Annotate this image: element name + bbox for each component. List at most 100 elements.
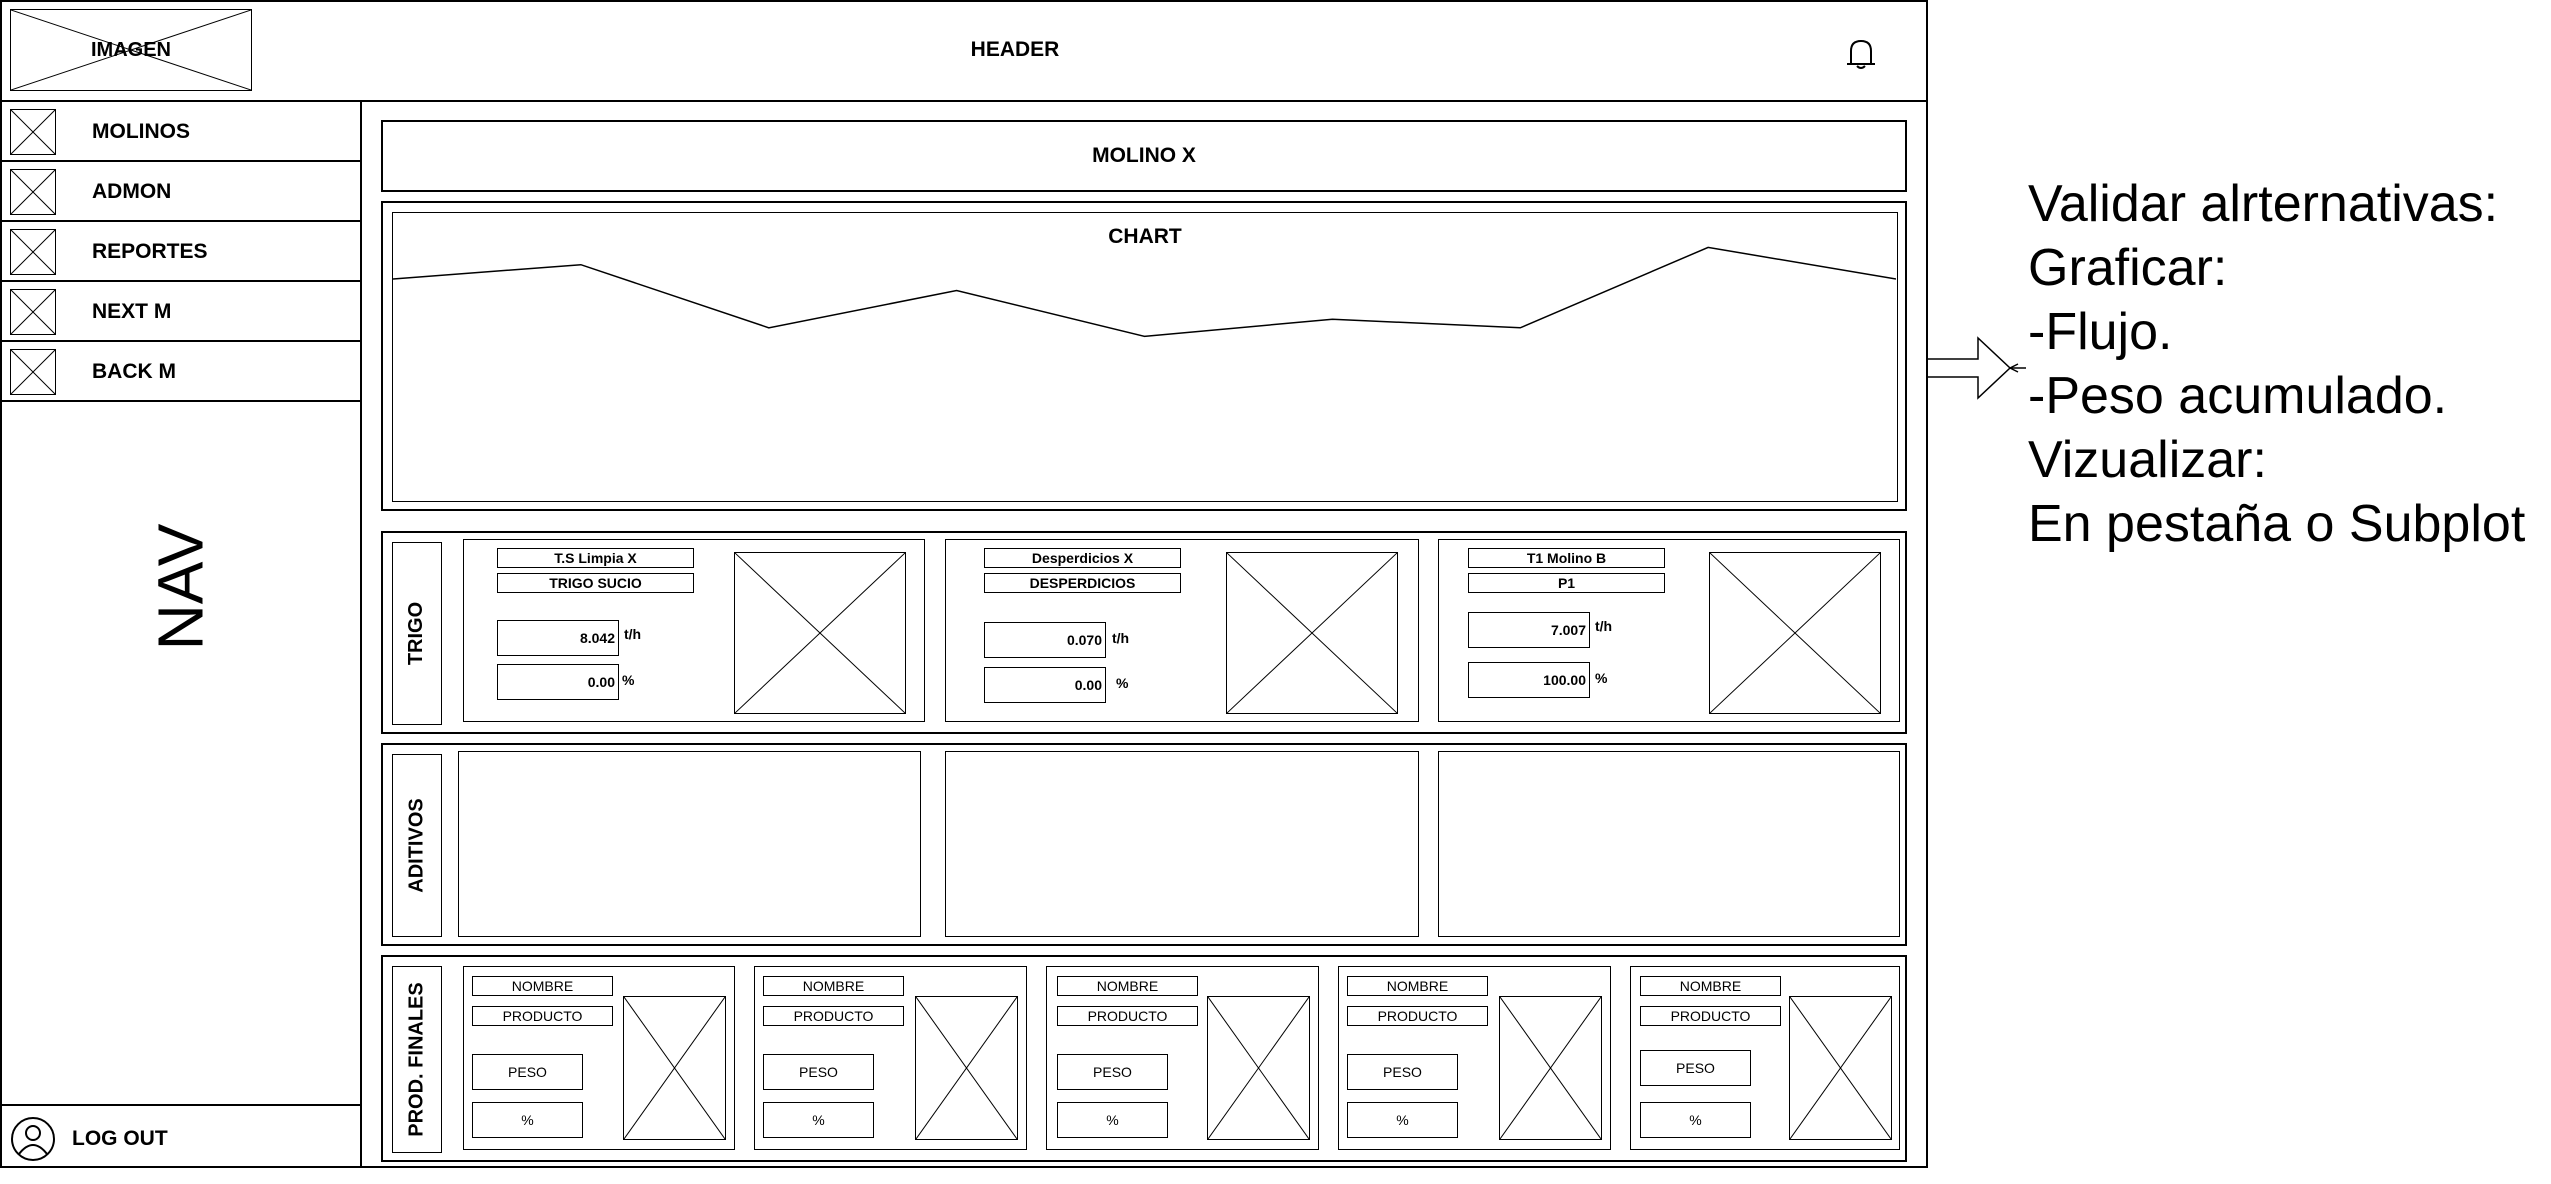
product-weight: PESO xyxy=(1640,1050,1751,1086)
note-line: Validar alrternativas: xyxy=(2028,175,2499,233)
product-type: PRODUCTO xyxy=(1347,1006,1488,1026)
card-name: T1 Molino B xyxy=(1468,548,1665,568)
product-weight: PESO xyxy=(1057,1054,1168,1090)
product-type: PRODUCTO xyxy=(763,1006,904,1026)
product-card[interactable]: NOMBRE PRODUCTO PESO % xyxy=(1338,966,1611,1150)
trigo-card[interactable]: Desperdicios X DESPERDICIOS 0.070 t/h 0.… xyxy=(945,539,1419,722)
nav-watermark: NAV xyxy=(144,523,216,651)
note-line: -Flujo. xyxy=(2028,303,2173,361)
image-placeholder xyxy=(1709,552,1881,714)
sidebar-item-admon[interactable]: ADMON xyxy=(0,162,360,222)
aditivo-card[interactable] xyxy=(945,751,1419,937)
product-percent: % xyxy=(763,1102,874,1138)
product-percent: % xyxy=(1640,1102,1751,1138)
trigo-card[interactable]: T1 Molino B P1 7.007 t/h 100.00 % xyxy=(1438,539,1900,722)
sidebar-item-back-m[interactable]: BACK M xyxy=(0,342,360,402)
line-chart xyxy=(393,246,1896,338)
image-placeholder-icon xyxy=(735,553,905,713)
product-name: NOMBRE xyxy=(1347,976,1488,996)
card-name: T.S Limpia X xyxy=(497,548,694,568)
note-line: Graficar: xyxy=(2028,239,2228,297)
note-line: -Peso acumulado. xyxy=(2028,367,2448,425)
product-percent: % xyxy=(472,1102,583,1138)
card-product: DESPERDICIOS xyxy=(984,573,1181,593)
product-name: NOMBRE xyxy=(472,976,613,996)
sidebar-item-reportes[interactable]: REPORTES xyxy=(0,222,360,282)
image-placeholder-icon xyxy=(10,349,56,395)
note-line: Vizualizar: xyxy=(2028,431,2267,489)
product-percent: % xyxy=(1057,1102,1168,1138)
card-product: P1 xyxy=(1468,573,1665,593)
logout-button[interactable]: LOG OUT xyxy=(0,1104,360,1168)
logo-label: IMAGEN xyxy=(91,38,171,61)
trigo-section: TRIGO T.S Limpia X TRIGO SUCIO 8.042 t/h… xyxy=(381,531,1907,734)
product-type: PRODUCTO xyxy=(472,1006,613,1026)
note-line: En pestaña o Subplot xyxy=(2028,495,2526,553)
aditivo-card[interactable] xyxy=(1438,751,1900,937)
logout-label: LOG OUT xyxy=(72,1127,168,1150)
page-title: MOLINO X xyxy=(1092,144,1196,167)
flow-value: 7.007 xyxy=(1468,612,1590,648)
product-weight: PESO xyxy=(472,1054,583,1090)
image-placeholder-icon xyxy=(1710,553,1880,713)
product-weight: PESO xyxy=(1347,1054,1458,1090)
image-placeholder-icon xyxy=(624,997,725,1139)
design-note: Validar alrternativas: Graficar: -Flujo.… xyxy=(2028,172,2525,556)
aditivos-label: ADITIVOS xyxy=(405,798,428,893)
percent-value: 0.00 xyxy=(497,664,619,700)
product-card[interactable]: NOMBRE PRODUCTO PESO % xyxy=(1630,966,1900,1150)
aditivos-label-box: ADITIVOS xyxy=(392,754,442,937)
prod-finales-label-box: PROD. FINALES xyxy=(392,966,442,1153)
sidebar-item-molinos[interactable]: MOLINOS xyxy=(0,102,360,162)
bell-icon xyxy=(1847,39,1875,69)
flow-unit: t/h xyxy=(624,626,642,642)
flow-unit: t/h xyxy=(1595,618,1613,634)
product-type: PRODUCTO xyxy=(1640,1006,1781,1026)
header: IMAGEN HEADER xyxy=(0,0,1928,102)
user-icon xyxy=(11,1117,55,1161)
image-placeholder xyxy=(915,996,1018,1140)
flow-unit: t/h xyxy=(1112,630,1130,646)
prod-finales-label: PROD. FINALES xyxy=(405,982,428,1137)
header-title: HEADER xyxy=(970,38,1060,61)
image-placeholder-icon xyxy=(1208,997,1309,1139)
sidebar-item-label: REPORTES xyxy=(92,240,208,263)
image-placeholder xyxy=(734,552,906,714)
trigo-label-box: TRIGO xyxy=(392,542,442,725)
chart-series-line xyxy=(393,246,1896,338)
product-percent: % xyxy=(1347,1102,1458,1138)
flow-value: 0.070 xyxy=(984,622,1106,658)
product-type: PRODUCTO xyxy=(1057,1006,1198,1026)
image-placeholder xyxy=(1789,996,1892,1140)
chart-area[interactable]: CHART xyxy=(392,212,1898,502)
notification-button[interactable] xyxy=(1843,36,1879,72)
sidebar-item-label: BACK M xyxy=(92,360,176,383)
product-card[interactable]: NOMBRE PRODUCTO PESO % xyxy=(463,966,735,1150)
sidebar-item-next-m[interactable]: NEXT M xyxy=(0,282,360,342)
image-placeholder-icon xyxy=(10,109,56,155)
sidebar: MOLINOS ADMON REPORTES NEXT M BACK M NAV… xyxy=(0,102,362,1168)
card-product: TRIGO SUCIO xyxy=(497,573,694,593)
image-placeholder-icon xyxy=(10,289,56,335)
percent-unit: % xyxy=(1595,670,1608,686)
image-placeholder-icon xyxy=(1500,997,1601,1139)
percent-unit: % xyxy=(1116,675,1129,691)
aditivos-section: ADITIVOS xyxy=(381,743,1907,946)
arrow-right-icon xyxy=(1928,336,2026,400)
card-name: Desperdicios X xyxy=(984,548,1181,568)
percent-value: 100.00 xyxy=(1468,662,1590,698)
percent-unit: % xyxy=(622,672,635,688)
sidebar-item-label: MOLINOS xyxy=(92,120,190,143)
aditivo-card[interactable] xyxy=(458,751,921,937)
product-card[interactable]: NOMBRE PRODUCTO PESO % xyxy=(1046,966,1319,1150)
logo-placeholder[interactable]: IMAGEN xyxy=(10,9,252,91)
product-name: NOMBRE xyxy=(1640,976,1781,996)
image-placeholder-icon xyxy=(10,229,56,275)
image-placeholder-icon xyxy=(10,169,56,215)
percent-value: 0.00 xyxy=(984,667,1106,703)
prod-finales-section: PROD. FINALES NOMBRE PRODUCTO PESO % NOM… xyxy=(381,955,1907,1162)
trigo-card[interactable]: T.S Limpia X TRIGO SUCIO 8.042 t/h 0.00 … xyxy=(463,539,925,722)
product-name: NOMBRE xyxy=(1057,976,1198,996)
image-placeholder-icon xyxy=(1227,553,1397,713)
product-card[interactable]: NOMBRE PRODUCTO PESO % xyxy=(754,966,1027,1150)
